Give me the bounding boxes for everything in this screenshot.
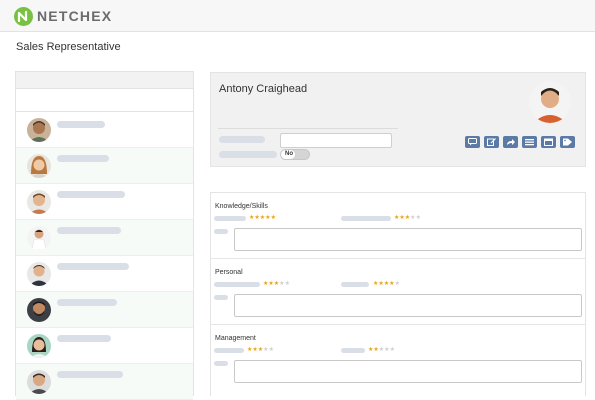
profile-avatar-icon <box>529 81 571 123</box>
employee-name-placeholder <box>57 155 109 162</box>
comment-label-placeholder <box>214 295 228 300</box>
list-icon[interactable] <box>522 136 537 148</box>
employee-name-placeholder <box>57 335 111 342</box>
person-avatar-icon <box>27 298 51 322</box>
section-title: Knowledge/Skills <box>215 203 268 210</box>
star-rating[interactable]: ★★★★★ <box>368 347 395 354</box>
criterion-label-placeholder <box>214 348 244 353</box>
calendar-icon[interactable] <box>541 136 556 148</box>
employee-row[interactable] <box>16 220 193 256</box>
employee-list-header <box>16 72 193 89</box>
profile-divider <box>218 128 398 129</box>
star-empty-icon[interactable]: ★ <box>285 281 290 287</box>
star-empty-icon[interactable]: ★ <box>269 347 274 353</box>
star-empty-icon[interactable]: ★ <box>416 215 421 221</box>
employee-row[interactable] <box>16 184 193 220</box>
section-title: Personal <box>215 269 243 276</box>
evaluation-card: Knowledge/Skills ★★★★★ ★★★★★ Personal ★★… <box>210 192 586 396</box>
profile-name: Antony Craighead <box>219 83 308 95</box>
employee-name-placeholder <box>57 299 117 306</box>
star-rating[interactable]: ★★★★★ <box>247 347 274 354</box>
comment-label-placeholder <box>214 229 228 234</box>
evaluation-section: Knowledge/Skills ★★★★★ ★★★★★ <box>211 193 585 259</box>
netchex-logo[interactable]: NETCHEX <box>14 6 112 26</box>
star-rating[interactable]: ★★★★★ <box>249 215 276 222</box>
share-icon[interactable] <box>503 136 518 148</box>
section-title: Management <box>215 335 256 342</box>
employee-name-placeholder <box>57 227 121 234</box>
criterion-label-placeholder <box>341 216 391 221</box>
person-avatar-icon <box>27 262 51 286</box>
person-avatar-icon <box>27 190 51 214</box>
star-empty-icon[interactable]: ★ <box>390 347 395 353</box>
employee-row[interactable] <box>16 112 193 148</box>
star-rating[interactable]: ★★★★★ <box>373 281 400 288</box>
star-filled-icon[interactable]: ★ <box>271 215 276 221</box>
employee-name-placeholder <box>57 263 129 270</box>
comment-icon[interactable] <box>465 136 480 148</box>
star-rating[interactable]: ★★★★★ <box>394 215 421 222</box>
criterion-label-placeholder <box>214 216 246 221</box>
field-label-placeholder <box>219 136 265 143</box>
star-empty-icon[interactable]: ★ <box>395 281 400 287</box>
evaluation-section: Management ★★★★★ ★★★★★ <box>211 325 585 397</box>
comment-textarea[interactable] <box>234 360 582 383</box>
employee-row[interactable] <box>16 328 193 364</box>
employee-list-filter[interactable] <box>16 89 193 112</box>
star-rating[interactable]: ★★★★★ <box>263 281 290 288</box>
criterion-label-placeholder <box>341 282 369 287</box>
tag-icon[interactable] <box>560 136 575 148</box>
evaluation-section: Personal ★★★★★ ★★★★★ <box>211 259 585 325</box>
person-avatar-icon <box>27 334 51 358</box>
profile-input-field[interactable] <box>280 133 392 148</box>
profile-actions <box>465 136 575 148</box>
person-avatar-icon <box>27 154 51 178</box>
comment-textarea[interactable] <box>234 294 582 317</box>
person-avatar-icon <box>27 118 51 142</box>
employee-row[interactable] <box>16 148 193 184</box>
page-title: Sales Representative <box>16 41 121 53</box>
yes-no-toggle[interactable]: No <box>280 149 310 160</box>
employee-list-panel <box>15 71 194 400</box>
field-label-placeholder <box>219 151 277 158</box>
employee-name-placeholder <box>57 121 105 128</box>
profile-card: Antony Craighead No <box>210 72 586 167</box>
logo-text: NETCHEX <box>37 8 113 24</box>
criterion-label-placeholder <box>214 282 260 287</box>
criterion-label-placeholder <box>341 348 365 353</box>
employee-name-placeholder <box>57 191 125 198</box>
person-avatar-icon <box>27 370 51 394</box>
employee-row[interactable] <box>16 292 193 328</box>
top-bar: NETCHEX <box>0 0 595 32</box>
netchex-logo-icon <box>14 6 33 26</box>
employee-name-placeholder <box>57 371 123 378</box>
employee-row[interactable] <box>16 364 193 400</box>
employee-row[interactable] <box>16 256 193 292</box>
comment-textarea[interactable] <box>234 228 582 251</box>
person-avatar-icon <box>27 226 51 250</box>
edit-icon[interactable] <box>484 136 499 148</box>
toggle-label: No <box>285 151 293 157</box>
comment-label-placeholder <box>214 361 228 366</box>
